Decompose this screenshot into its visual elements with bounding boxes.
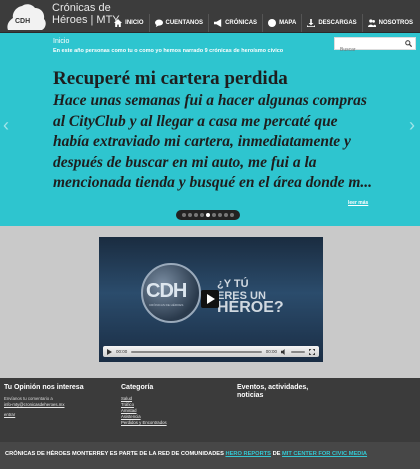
- control-play-icon[interactable]: [107, 348, 112, 355]
- video-question: ¿Y TÚ ERES UN HÉROE?: [217, 278, 284, 316]
- speech-bubble-icon: [154, 19, 163, 27]
- slider-dot[interactable]: [200, 213, 204, 217]
- cdh-emblem-subtext: CRÓNICAS DE HÉROES: [149, 303, 184, 307]
- site-title-line1: Crónicas de: [52, 2, 111, 14]
- video-controls: 00:00 00:00: [103, 346, 319, 357]
- slider-dot[interactable]: [230, 213, 234, 217]
- home-icon: [114, 19, 123, 27]
- video-question-line1: ¿Y TÚ: [217, 278, 249, 290]
- people-icon: [367, 19, 376, 27]
- download-icon: [307, 19, 316, 27]
- nav-item-cuentanos[interactable]: CUENTANOS: [148, 14, 209, 32]
- footer-opinion: Tu Opinión nos interesa Envíanos tu come…: [4, 384, 104, 418]
- nav-item-inicio[interactable]: INICIO: [109, 14, 148, 32]
- logo[interactable]: CDH: [4, 2, 48, 32]
- time-total: 00:00: [265, 349, 277, 354]
- progress-track[interactable]: [131, 350, 262, 353]
- nav-item-mapa[interactable]: MAPA: [262, 14, 301, 32]
- search-input[interactable]: [335, 44, 401, 56]
- breadcrumb[interactable]: Inicio: [53, 38, 69, 45]
- network-credit-bar: CRÓNICAS DE HÉROES MONTERREY ES PARTE DE…: [0, 442, 420, 469]
- nav-label: MAPA: [279, 20, 297, 26]
- nav-label: INICIO: [125, 20, 144, 26]
- fullscreen-icon[interactable]: [309, 348, 315, 355]
- slider-dot[interactable]: [224, 213, 228, 217]
- nav-item-nosotros[interactable]: NOSOTROS: [361, 14, 418, 32]
- slider-dots: [176, 210, 240, 220]
- play-button[interactable]: [201, 290, 219, 308]
- footer-opinion-heading: Tu Opinión nos interesa: [4, 384, 84, 391]
- slider-dot[interactable]: [206, 213, 210, 217]
- video-section: CDH CRÓNICAS DE HÉROES ¿Y TÚ ERES UN HÉR…: [0, 226, 420, 378]
- nav-label: DESCARGAS: [318, 20, 357, 26]
- site-header: CDH Crónicas de Héroes | MTY INICIO CUEN…: [0, 0, 420, 33]
- slider-next-arrow[interactable]: ›: [409, 115, 415, 136]
- slider-prev-arrow[interactable]: ‹: [3, 115, 9, 136]
- nav-item-cronicas[interactable]: CRÓNICAS: [208, 14, 262, 32]
- credit-text-mid: DE: [270, 451, 283, 457]
- time-current: 00:00: [116, 349, 128, 354]
- slider-dot[interactable]: [218, 213, 222, 217]
- nav-label: CUENTANOS: [165, 20, 204, 26]
- video-question-line3: HÉROE?: [217, 299, 284, 316]
- category-link[interactable]: Perdidos y Encontrados: [121, 420, 221, 426]
- nav-label: CRÓNICAS: [225, 20, 258, 26]
- search-box: [334, 37, 416, 56]
- slide-title[interactable]: Recuperé mi cartera perdida: [53, 68, 288, 90]
- nav-label: NOSOTROS: [378, 20, 413, 26]
- footer-categories-heading: Categoría: [121, 384, 154, 391]
- slider-dot[interactable]: [194, 213, 198, 217]
- globe-icon: [268, 19, 277, 27]
- svg-text:CDH: CDH: [15, 18, 30, 25]
- cdh-emblem-text: CDH: [146, 280, 187, 302]
- slider-dot[interactable]: [212, 213, 216, 217]
- volume-slider[interactable]: [291, 350, 305, 353]
- megaphone-icon: [214, 19, 222, 27]
- read-more-link[interactable]: leer más: [348, 200, 368, 206]
- nav-item-descargas[interactable]: DESCARGAS: [301, 14, 361, 32]
- footer-email-link[interactable]: info-mty@cronicasdeheroes.mx: [4, 402, 104, 408]
- hero-slider: Inicio En este año personas como tu o co…: [0, 33, 420, 226]
- hero-reports-link[interactable]: HERO REPORTS: [225, 451, 271, 457]
- slider-dot[interactable]: [188, 213, 192, 217]
- volume-icon[interactable]: [281, 348, 287, 355]
- video-player[interactable]: CDH CRÓNICAS DE HÉROES ¿Y TÚ ERES UN HÉR…: [99, 237, 323, 362]
- footer-events: Eventos, actividades, noticias: [237, 384, 327, 404]
- footer-events-heading: Eventos, actividades, noticias: [237, 384, 309, 399]
- slider-dot[interactable]: [182, 213, 186, 217]
- tagline: En este año personas como tu o como yo h…: [53, 48, 284, 54]
- footer: Tu Opinión nos interesa Envíanos tu come…: [0, 378, 420, 442]
- slide-body: Hace unas semanas fui a hacer algunas co…: [53, 92, 373, 191]
- footer-categories: Categoría Salud Tráfico Amistad Asistenc…: [121, 384, 221, 426]
- credit-text: CRÓNICAS DE HÉROES MONTERREY ES PARTE DE…: [5, 451, 226, 457]
- main-nav: INICIO CUENTANOS CRÓNICAS MAPA DESCARGAS…: [109, 14, 418, 32]
- footer-enter-link[interactable]: entrar: [4, 412, 104, 418]
- mit-civic-media-link[interactable]: MIT CENTER FOR CIVIC MEDIA: [282, 451, 367, 457]
- search-icon[interactable]: [405, 40, 412, 47]
